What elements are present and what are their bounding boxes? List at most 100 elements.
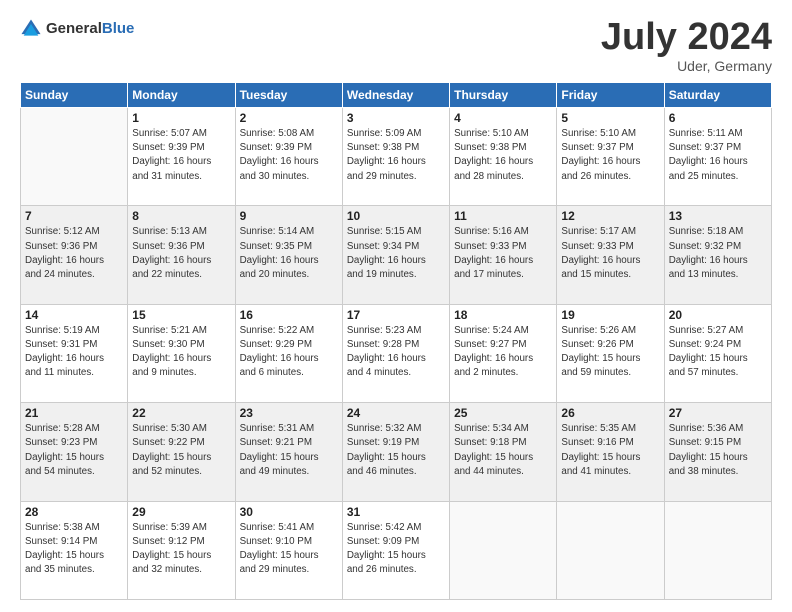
day-info: Sunrise: 5:18 AMSunset: 9:32 PMDaylight:… — [669, 225, 767, 282]
day-info: Sunrise: 5:15 AMSunset: 9:34 PMDaylight:… — [347, 225, 445, 282]
table-row: 28 Sunrise: 5:38 AMSunset: 9:14 PMDayligh… — [21, 501, 128, 599]
day-number: 12 — [561, 209, 659, 223]
title-block: July 2024 Uder, Germany — [601, 18, 772, 74]
day-number: 1 — [132, 111, 230, 125]
day-number: 20 — [669, 308, 767, 322]
day-info: Sunrise: 5:38 AMSunset: 9:14 PMDaylight:… — [25, 521, 123, 578]
day-info: Sunrise: 5:35 AMSunset: 9:16 PMDaylight:… — [561, 422, 659, 479]
day-number: 6 — [669, 111, 767, 125]
day-number: 23 — [240, 406, 338, 420]
table-row: 27Sunrise: 5:36 AMSunset: 9:15 PMDayligh… — [664, 403, 771, 501]
day-number: 5 — [561, 111, 659, 125]
day-info: Sunrise: 5:10 AMSunset: 9:37 PMDaylight:… — [561, 127, 659, 184]
table-row: 26 Sunrise: 5:35 AMSunset: 9:16 PMDayligh… — [557, 403, 664, 501]
day-info: Sunrise: 5:19 AMSunset: 9:31 PMDaylight:… — [25, 324, 123, 381]
table-row — [664, 501, 771, 599]
day-info: Sunrise: 5:22 AMSunset: 9:29 PMDaylight:… — [240, 324, 338, 381]
table-row: 18 Sunrise: 5:24 AMSunset: 9:27 PMDayligh… — [450, 304, 557, 402]
day-info: Sunrise: 5:12 AMSunset: 9:36 PMDaylight:… — [25, 225, 123, 282]
day-info: Sunrise: 5:11 AMSunset: 9:37 PMDaylight:… — [669, 127, 767, 184]
day-number: 14 — [25, 308, 123, 322]
table-row: 19 Sunrise: 5:26 AMSunset: 9:26 PMDayligh… — [557, 304, 664, 402]
table-row — [21, 108, 128, 206]
day-info: Sunrise: 5:24 AMSunset: 9:27 PMDaylight:… — [454, 324, 552, 381]
col-monday: Monday — [128, 83, 235, 108]
table-row: 9Sunrise: 5:14 AMSunset: 9:35 PMDaylight… — [235, 206, 342, 304]
table-row: 3 Sunrise: 5:09 AMSunset: 9:38 PMDaylight… — [342, 108, 449, 206]
day-info: Sunrise: 5:23 AMSunset: 9:28 PMDaylight:… — [347, 324, 445, 381]
day-info: Sunrise: 5:32 AMSunset: 9:19 PMDaylight:… — [347, 422, 445, 479]
day-number: 26 — [561, 406, 659, 420]
table-row — [450, 501, 557, 599]
table-row — [557, 501, 664, 599]
logo-icon — [20, 18, 42, 40]
day-number: 19 — [561, 308, 659, 322]
day-info: Sunrise: 5:13 AMSunset: 9:36 PMDaylight:… — [132, 225, 230, 282]
table-row: 11Sunrise: 5:16 AMSunset: 9:33 PMDayligh… — [450, 206, 557, 304]
table-row: 25 Sunrise: 5:34 AMSunset: 9:18 PMDayligh… — [450, 403, 557, 501]
day-number: 22 — [132, 406, 230, 420]
day-info: Sunrise: 5:17 AMSunset: 9:33 PMDaylight:… — [561, 225, 659, 282]
day-number: 10 — [347, 209, 445, 223]
day-info: Sunrise: 5:41 AMSunset: 9:10 PMDaylight:… — [240, 521, 338, 578]
table-row: 8 Sunrise: 5:13 AMSunset: 9:36 PMDaylight… — [128, 206, 235, 304]
day-info: Sunrise: 5:21 AMSunset: 9:30 PMDaylight:… — [132, 324, 230, 381]
day-info: Sunrise: 5:30 AMSunset: 9:22 PMDaylight:… — [132, 422, 230, 479]
logo: GeneralBlue — [20, 18, 134, 40]
table-row: 5 Sunrise: 5:10 AMSunset: 9:37 PMDaylight… — [557, 108, 664, 206]
logo-text: GeneralBlue — [46, 20, 134, 38]
day-info: Sunrise: 5:34 AMSunset: 9:18 PMDaylight:… — [454, 422, 552, 479]
table-row: 31 Sunrise: 5:42 AMSunset: 9:09 PMDayligh… — [342, 501, 449, 599]
table-row: 6 Sunrise: 5:11 AMSunset: 9:37 PMDaylight… — [664, 108, 771, 206]
day-info: Sunrise: 5:08 AMSunset: 9:39 PMDaylight:… — [240, 127, 338, 184]
col-sunday: Sunday — [21, 83, 128, 108]
day-info: Sunrise: 5:28 AMSunset: 9:23 PMDaylight:… — [25, 422, 123, 479]
table-row: 16 Sunrise: 5:22 AMSunset: 9:29 PMDayligh… — [235, 304, 342, 402]
table-row: 1 Sunrise: 5:07 AMSunset: 9:39 PMDaylight… — [128, 108, 235, 206]
table-row: 7 Sunrise: 5:12 AMSunset: 9:36 PMDaylight… — [21, 206, 128, 304]
col-friday: Friday — [557, 83, 664, 108]
day-number: 8 — [132, 209, 230, 223]
day-number: 18 — [454, 308, 552, 322]
col-tuesday: Tuesday — [235, 83, 342, 108]
day-info: Sunrise: 5:14 AMSunset: 9:35 PMDaylight:… — [240, 225, 338, 282]
calendar-table: Sunday Monday Tuesday Wednesday Thursday… — [20, 82, 772, 600]
day-number: 15 — [132, 308, 230, 322]
day-info: Sunrise: 5:36 AMSunset: 9:15 PMDaylight:… — [669, 422, 767, 479]
day-number: 31 — [347, 505, 445, 519]
table-row: 14 Sunrise: 5:19 AMSunset: 9:31 PMDayligh… — [21, 304, 128, 402]
day-info: Sunrise: 5:09 AMSunset: 9:38 PMDaylight:… — [347, 127, 445, 184]
day-number: 4 — [454, 111, 552, 125]
table-row: 29 Sunrise: 5:39 AMSunset: 9:12 PMDayligh… — [128, 501, 235, 599]
day-info: Sunrise: 5:27 AMSunset: 9:24 PMDaylight:… — [669, 324, 767, 381]
page: GeneralBlue July 2024 Uder, Germany Sund… — [0, 0, 792, 612]
day-number: 30 — [240, 505, 338, 519]
day-info: Sunrise: 5:31 AMSunset: 9:21 PMDaylight:… — [240, 422, 338, 479]
day-info: Sunrise: 5:39 AMSunset: 9:12 PMDaylight:… — [132, 521, 230, 578]
table-row: 21Sunrise: 5:28 AMSunset: 9:23 PMDayligh… — [21, 403, 128, 501]
table-row: 20 Sunrise: 5:27 AMSunset: 9:24 PMDayligh… — [664, 304, 771, 402]
day-number: 3 — [347, 111, 445, 125]
table-row: 24 Sunrise: 5:32 AMSunset: 9:19 PMDayligh… — [342, 403, 449, 501]
month-title: July 2024 — [601, 18, 772, 56]
day-info: Sunrise: 5:26 AMSunset: 9:26 PMDaylight:… — [561, 324, 659, 381]
col-saturday: Saturday — [664, 83, 771, 108]
day-number: 24 — [347, 406, 445, 420]
day-number: 29 — [132, 505, 230, 519]
table-row: 22 Sunrise: 5:30 AMSunset: 9:22 PMDayligh… — [128, 403, 235, 501]
location: Uder, Germany — [601, 58, 772, 74]
table-row: 23 Sunrise: 5:31 AMSunset: 9:21 PMDayligh… — [235, 403, 342, 501]
table-row: 30 Sunrise: 5:41 AMSunset: 9:10 PMDayligh… — [235, 501, 342, 599]
day-info: Sunrise: 5:07 AMSunset: 9:39 PMDaylight:… — [132, 127, 230, 184]
day-number: 28 — [25, 505, 123, 519]
col-thursday: Thursday — [450, 83, 557, 108]
table-row: 13Sunrise: 5:18 AMSunset: 9:32 PMDayligh… — [664, 206, 771, 304]
day-number: 7 — [25, 209, 123, 223]
day-number: 25 — [454, 406, 552, 420]
day-info: Sunrise: 5:42 AMSunset: 9:09 PMDaylight:… — [347, 521, 445, 578]
calendar-header-row: Sunday Monday Tuesday Wednesday Thursday… — [21, 83, 772, 108]
day-number: 16 — [240, 308, 338, 322]
table-row: 12 Sunrise: 5:17 AMSunset: 9:33 PMDayligh… — [557, 206, 664, 304]
day-info: Sunrise: 5:16 AMSunset: 9:33 PMDaylight:… — [454, 225, 552, 282]
header: GeneralBlue July 2024 Uder, Germany — [20, 18, 772, 74]
